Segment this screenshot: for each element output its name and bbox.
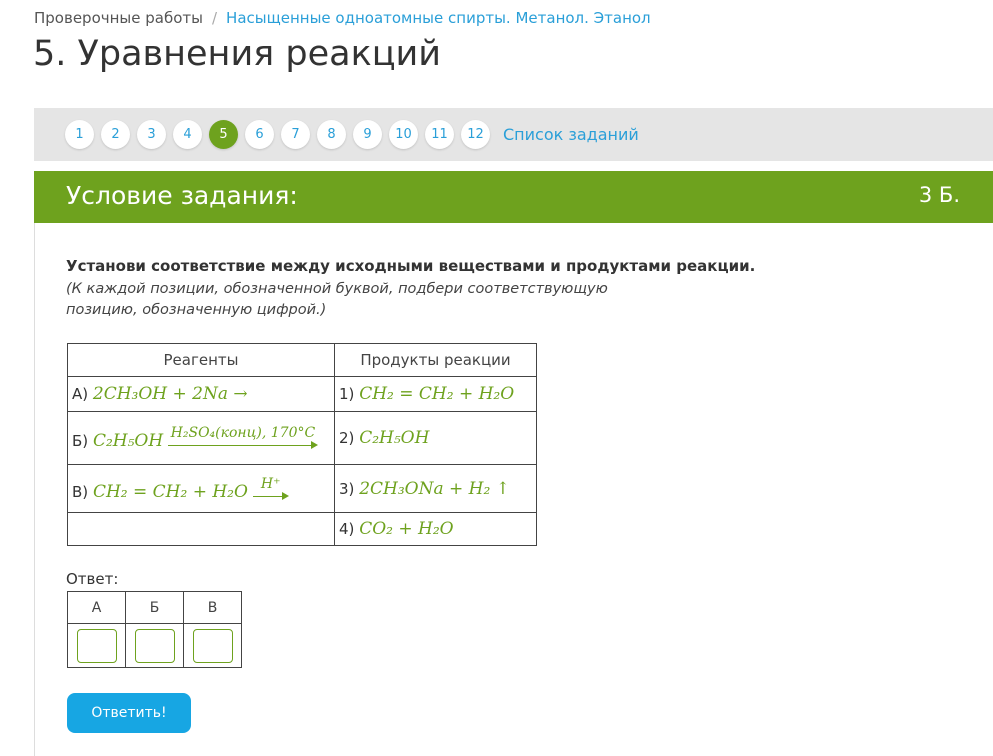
- reagent-c-condition: H⁺: [260, 475, 281, 492]
- reaction-arrow-c: H⁺: [252, 475, 289, 502]
- breadcrumb-separator: /: [211, 9, 218, 27]
- task-list-link[interactable]: Список заданий: [503, 125, 639, 144]
- page-10-button[interactable]: 10: [389, 120, 418, 149]
- task-pager: 1 2 3 4 5 6 7 8 9 10 11 12 Список задани…: [34, 108, 993, 161]
- product-1: 1) CH₂ = CH₂ + H₂O: [334, 376, 537, 412]
- answer-input-a[interactable]: [76, 628, 117, 663]
- product-1-label: 1): [339, 385, 355, 403]
- reagent-c-formula: CH₂ = CH₂ + H₂O: [92, 481, 248, 502]
- answer-label: Ответ:: [66, 570, 119, 588]
- arrow-icon: [167, 441, 318, 451]
- matching-table: Реагенты Продукты реакции А) 2CH₃OH + 2N…: [67, 343, 537, 546]
- product-3-formula: 2CH₃ONa + H₂ ↑: [359, 478, 510, 499]
- reagent-c-label: В): [72, 482, 89, 501]
- product-4: 4) CO₂ + H₂O: [334, 512, 537, 546]
- product-4-formula: CO₂ + H₂O: [359, 519, 454, 539]
- page-12-button[interactable]: 12: [461, 120, 490, 149]
- breadcrumb-current[interactable]: Насыщенные одноатомные спирты. Метанол. …: [226, 9, 651, 27]
- reagent-b-formula: C₂H₅OH: [92, 431, 164, 451]
- product-3: 3) 2CH₃ONa + H₂ ↑: [334, 464, 537, 513]
- page-5-button-active[interactable]: 5: [209, 120, 238, 149]
- breadcrumb-root[interactable]: Проверочные работы: [34, 9, 203, 27]
- product-2-formula: C₂H₅OH: [359, 428, 430, 448]
- products-header: Продукты реакции: [334, 343, 537, 377]
- reagent-b: Б) C₂H₅OH H₂SO₄(конц), 170°C: [67, 411, 335, 465]
- task-instruction: Установи соответствие между исходными ве…: [66, 257, 756, 275]
- product-1-formula: CH₂ = CH₂ + H₂O: [359, 384, 515, 404]
- task-hint: (К каждой позиции, обозначенной буквой, …: [66, 281, 608, 318]
- reagent-a-label: А): [72, 385, 89, 403]
- reagent-b-label: Б): [72, 432, 89, 450]
- page-1-button[interactable]: 1: [65, 120, 94, 149]
- product-2: 2) C₂H₅OH: [334, 411, 537, 465]
- reagent-empty: [67, 512, 335, 546]
- submit-answer-button[interactable]: Ответить!: [67, 693, 191, 733]
- page-4-button[interactable]: 4: [173, 120, 202, 149]
- reagent-c: В) CH₂ = CH₂ + H₂O H⁺: [67, 464, 335, 513]
- product-2-label: 2): [339, 429, 355, 447]
- reagent-b-condition: H₂SO₄(конц), 170°C: [170, 425, 316, 441]
- arrow-icon: [252, 491, 289, 502]
- answer-col-b: Б: [125, 591, 184, 624]
- product-3-label: 3): [339, 479, 355, 498]
- page-3-button[interactable]: 3: [137, 120, 166, 149]
- answer-input-b[interactable]: [134, 628, 175, 663]
- reagents-header: Реагенты: [67, 343, 335, 377]
- page-11-button[interactable]: 11: [425, 120, 454, 149]
- product-4-label: 4): [339, 520, 355, 538]
- page-2-button[interactable]: 2: [101, 120, 130, 149]
- task-header: Условие задания: 3 Б.: [34, 171, 993, 223]
- breadcrumb: Проверочные работы / Насыщенные одноатомны…: [34, 9, 651, 27]
- reagent-a-formula: 2CH₃OH + 2Na →: [92, 384, 248, 404]
- page-6-button[interactable]: 6: [245, 120, 274, 149]
- page-9-button[interactable]: 9: [353, 120, 382, 149]
- page-7-button[interactable]: 7: [281, 120, 310, 149]
- answer-input-c[interactable]: [192, 628, 233, 663]
- answer-col-c: В: [183, 591, 242, 624]
- page-title: 5. Уравнения реакций: [33, 34, 442, 74]
- reagent-a: А) 2CH₃OH + 2Na →: [67, 376, 335, 412]
- page-8-button[interactable]: 8: [317, 120, 346, 149]
- answer-col-a: А: [67, 591, 126, 624]
- answer-table: А Б В: [67, 591, 242, 668]
- task-header-title: Условие задания:: [66, 181, 298, 210]
- reaction-arrow-b: H₂SO₄(конц), 170°C: [167, 425, 318, 451]
- task-points: 3 Б.: [918, 183, 960, 207]
